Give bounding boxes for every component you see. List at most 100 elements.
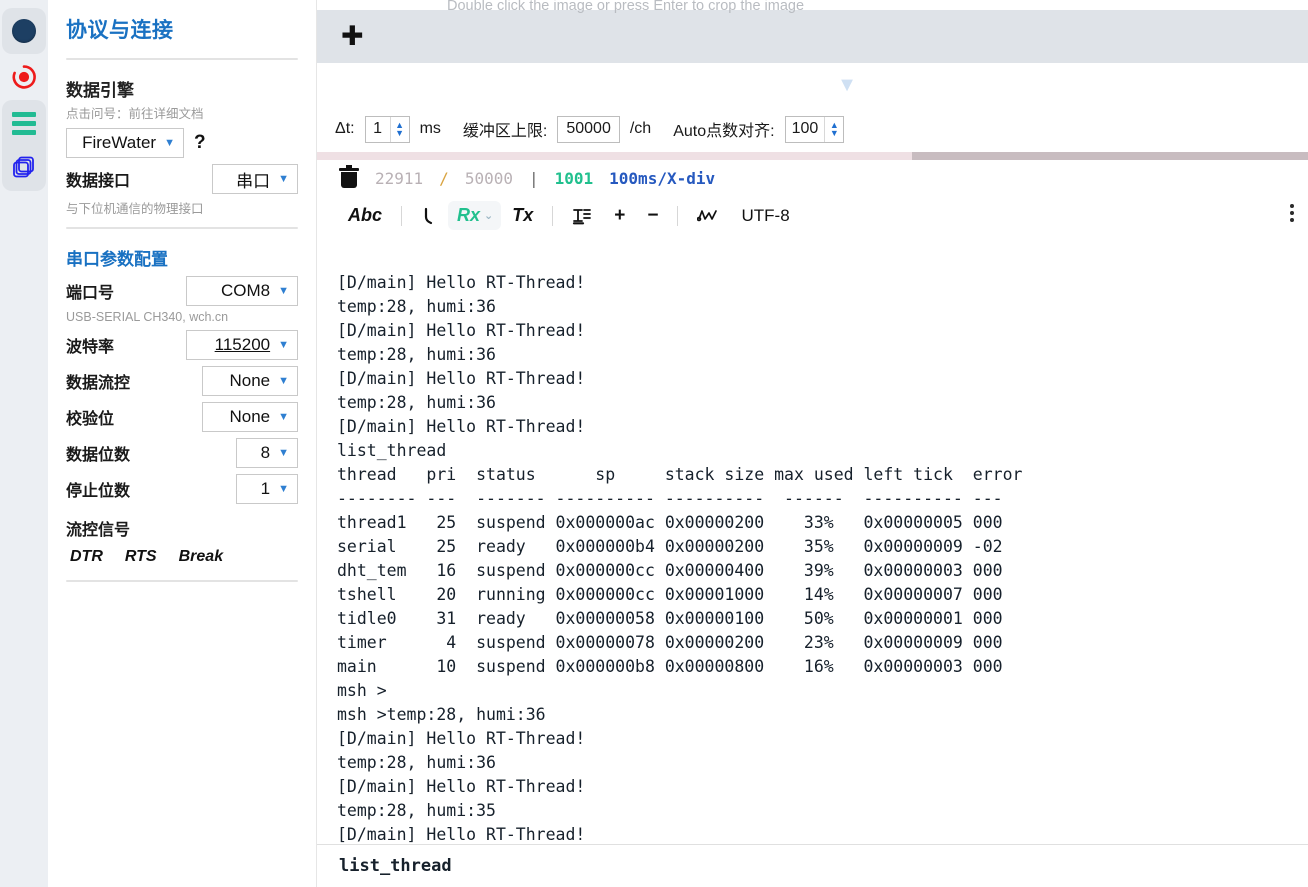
scrollbar-thumb[interactable] (911, 152, 1308, 161)
layers-icon (13, 156, 34, 178)
plot-params-bar: Δt: 1 ▲ ▼ ms 缓冲区上限: 50000 /ch Auto点数对齐: 1… (317, 106, 1308, 153)
sample-rate: 1001 (554, 168, 594, 188)
page-title: 协议与连接 (66, 19, 174, 42)
port-value: COM8 (220, 281, 271, 300)
command-input-value: list_thread (339, 856, 452, 877)
dt-stepper[interactable]: 1 ▲ ▼ (364, 115, 410, 143)
chevron-down-icon: ▼ (278, 410, 289, 423)
trash-icon[interactable] (339, 165, 359, 189)
dt-value: 1 (373, 120, 383, 138)
data-interface-select[interactable]: 串口 ▼ (212, 164, 298, 194)
auto-align-value: 100 (791, 120, 819, 138)
chevron-down-icon: ⌄ (484, 210, 494, 223)
wrap-line-icon[interactable] (410, 201, 448, 231)
rts-button[interactable]: RTS (125, 548, 157, 566)
chevron-down-icon: ▼ (278, 482, 289, 495)
buffer-separator: / (439, 168, 449, 188)
rail-item-layers[interactable] (2, 145, 46, 191)
flowcontrol-row: 数据流控 None ▼ (66, 366, 298, 396)
section-title-serial-params: 串口参数配置 (66, 250, 168, 269)
data-interface-value: 串口 (236, 171, 271, 191)
timebase: 100ms/X-div (609, 168, 716, 188)
port-row: 端口号 COM8 ▼ (66, 276, 298, 306)
status-divider: | (528, 168, 539, 188)
parity-label: 校验位 (66, 411, 115, 428)
flow-signals-label: 流控信号 (66, 522, 131, 539)
auto-align-stepper-arrows[interactable]: ▲ ▼ (824, 116, 843, 142)
dt-stepper-arrows[interactable]: ▲ ▼ (389, 116, 409, 142)
collapse-chevron-icon[interactable]: ▼ (836, 75, 858, 95)
terminal-toolbar: Abc Rx ⌄ Tx + − UTF-8 (317, 196, 1308, 236)
stopbits-label: 停止位数 (66, 483, 131, 500)
buffer-limit-unit: /ch (629, 120, 652, 138)
more-options-icon[interactable] (1290, 204, 1294, 223)
baud-select[interactable]: 115200 ▼ (186, 330, 298, 360)
rail-item-menu[interactable] (2, 100, 46, 146)
rail-item-connection[interactable] (2, 8, 46, 54)
data-interface-row: 数据接口 串口 ▼ (66, 164, 298, 194)
divider (401, 205, 403, 226)
rail-item-record[interactable] (2, 54, 46, 100)
port-label: 端口号 (66, 285, 115, 302)
parity-select[interactable]: None ▼ (202, 402, 298, 432)
chevron-down-icon: ▼ (278, 374, 289, 387)
chevron-down-icon: ▼ (278, 446, 289, 459)
baud-value: 115200 (214, 335, 271, 354)
port-hint: USB-SERIAL CH340, wch.cn (66, 310, 229, 324)
tab-strip: ✚ (317, 10, 1308, 63)
add-tab-button[interactable]: ✚ (341, 22, 364, 50)
section-title-data-engine: 数据引擎 (66, 81, 134, 100)
flowcontrol-label: 数据流控 (66, 375, 131, 392)
divider (66, 580, 298, 582)
font-abc-button[interactable]: Abc (337, 201, 393, 231)
data-interface-hint: 与下位机通信的物理接口 (66, 202, 204, 216)
dt-label: Δt: (335, 120, 355, 138)
font-decrease-button[interactable]: − (636, 201, 669, 231)
databits-value: 8 (260, 443, 271, 462)
divider (66, 58, 298, 60)
parity-value: None (229, 407, 271, 426)
tx-toggle[interactable]: Tx (501, 201, 544, 231)
rx-label: Rx (457, 205, 481, 226)
databits-select[interactable]: 8 ▼ (236, 438, 298, 468)
horizontal-scrollbar[interactable] (317, 152, 1308, 161)
record-dot-icon (12, 19, 36, 43)
terminal-output[interactable]: [D/main] Hello RT-Thread! temp:28, humi:… (317, 235, 1308, 845)
dtr-button[interactable]: DTR (70, 548, 103, 566)
flowcontrol-value: None (229, 371, 271, 390)
buffer-limit-label: 缓冲区上限: (462, 123, 548, 141)
dt-unit: ms (419, 120, 441, 138)
buffer-total: 50000 (464, 168, 513, 188)
text-lines-icon (573, 208, 592, 225)
auto-align-stepper[interactable]: 100 ▲ ▼ (784, 115, 845, 143)
data-engine-select[interactable]: FireWater ▼ (66, 128, 184, 158)
icon-rail (0, 0, 48, 887)
rx-toggle[interactable]: Rx ⌄ (448, 201, 502, 231)
text-format-icon[interactable] (561, 201, 603, 231)
wrap-arrow-icon (424, 207, 433, 224)
flow-signals-group: DTR RTS Break (66, 542, 316, 576)
command-input-bar[interactable]: list_thread (317, 844, 1308, 887)
stopbits-select[interactable]: 1 ▼ (236, 474, 298, 504)
buffer-status-bar: 22911 / 50000 | 1001 100ms/X-div (317, 159, 1308, 197)
help-question-icon[interactable]: ? (194, 132, 206, 154)
font-increase-button[interactable]: + (603, 201, 636, 231)
data-engine-hint: 点击问号：前往详细文档 (66, 107, 204, 121)
record-target-icon (12, 65, 36, 89)
databits-label: 数据位数 (66, 447, 131, 464)
flowcontrol-select[interactable]: None ▼ (202, 366, 298, 396)
baud-row: 波特率 115200 ▼ (66, 330, 298, 360)
chevron-down-icon: ▼ (164, 136, 175, 149)
app-window: 协议与连接 数据引擎 点击问号：前往详细文档 FireWater ▼ ? 数据接… (0, 0, 1308, 887)
break-button[interactable]: Break (179, 548, 223, 566)
chevron-down-icon: ▼ (278, 172, 289, 185)
settings-sidebar: 协议与连接 数据引擎 点击问号：前往详细文档 FireWater ▼ ? 数据接… (48, 0, 316, 887)
chevron-down-icon: ▼ (278, 284, 289, 297)
port-select[interactable]: COM8 ▼ (186, 276, 298, 306)
databits-row: 数据位数 8 ▼ (66, 438, 298, 468)
main-panel: Double click the image or press Enter to… (316, 0, 1308, 887)
encoding-select[interactable]: UTF-8 (730, 201, 800, 231)
buffer-limit-value: 50000 (566, 120, 611, 138)
waveform-icon[interactable] (686, 201, 730, 231)
buffer-limit-input[interactable]: 50000 (557, 115, 620, 143)
